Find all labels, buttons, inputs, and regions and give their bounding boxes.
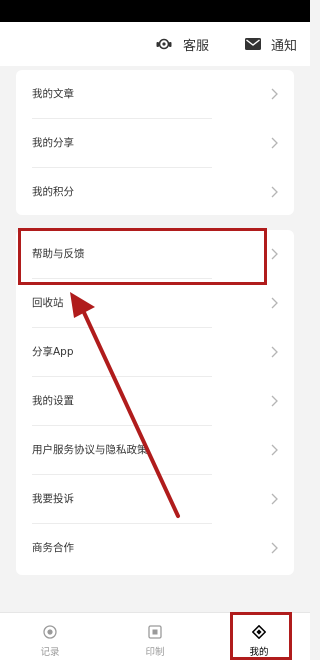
chevron-right-icon [271,395,278,407]
menu-card-1: 我的文章 我的分享 我的积分 [16,70,294,215]
menu-item-share-app[interactable]: 分享App [16,328,294,377]
chevron-right-icon [271,248,278,260]
tab-label: 我的 [249,647,269,658]
menu-item-label: 用户服务协议与隐私政策 [32,444,148,456]
customer-service-label: 客服 [183,38,210,54]
bottom-tab-bar: 记录 印制 我的 [0,612,310,660]
menu-item-my-settings[interactable]: 我的设置 [16,377,294,426]
chevron-right-icon [271,186,278,198]
menu-item-business-cooperation[interactable]: 商务合作 [16,524,294,573]
chevron-right-icon [271,297,278,309]
menu-item-label: 我的文章 [32,88,74,100]
status-bar [0,0,310,22]
menu-item-label: 我的积分 [32,186,74,198]
record-icon [43,625,57,639]
print-icon [148,625,162,639]
chevron-right-icon [271,346,278,358]
menu-item-user-agreement[interactable]: 用户服务协议与隐私政策 [16,426,294,475]
tab-print[interactable]: 印制 [120,613,190,660]
menu-item-my-shares[interactable]: 我的分享 [16,119,294,168]
tab-record[interactable]: 记录 [15,613,85,660]
menu-card-2: 帮助与反馈 回收站 分享App 我的设置 用户服务协议与隐私政策 我要投诉 商务… [16,230,294,575]
customer-service-button[interactable]: 客服 [155,22,209,66]
tab-label: 记录 [40,647,60,658]
menu-item-label: 分享App [32,346,74,358]
mail-icon [245,38,261,50]
menu-item-recycle-bin[interactable]: 回收站 [16,279,294,328]
menu-item-label: 我的分享 [32,137,74,149]
menu-item-label: 商务合作 [32,542,74,554]
menu-item-complaint[interactable]: 我要投诉 [16,475,294,524]
headset-icon [156,38,172,50]
menu-item-help-feedback[interactable]: 帮助与反馈 [16,230,294,279]
notification-label: 通知 [271,38,298,54]
menu-item-my-points[interactable]: 我的积分 [16,168,294,217]
top-header: 客服 通知 [0,22,310,66]
notification-button[interactable]: 通知 [245,22,297,66]
menu-item-label: 我的设置 [32,395,74,407]
mine-icon [252,625,266,639]
chevron-right-icon [271,493,278,505]
chevron-right-icon [271,444,278,456]
menu-item-label: 我要投诉 [32,493,74,505]
menu-item-label: 回收站 [32,297,64,309]
menu-item-my-articles[interactable]: 我的文章 [16,70,294,119]
chevron-right-icon [271,137,278,149]
tab-label: 印制 [145,647,165,658]
tab-mine[interactable]: 我的 [224,613,294,660]
chevron-right-icon [271,88,278,100]
chevron-right-icon [271,542,278,554]
menu-item-label: 帮助与反馈 [32,248,85,260]
